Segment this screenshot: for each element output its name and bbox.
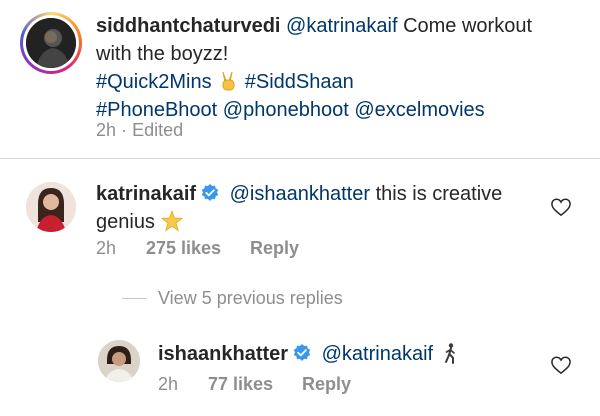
mention-excelmovies[interactable]: @excelmovies: [354, 99, 484, 121]
avatar-photo: [26, 182, 76, 232]
hashtag-quick2mins[interactable]: #Quick2Mins: [96, 71, 212, 93]
comment-katrinakaif: katrinakaif @ishaankhatter this is creat…: [96, 180, 536, 236]
view-previous-replies-button[interactable]: View 5 previous replies: [158, 288, 343, 309]
heart-icon[interactable]: [550, 197, 572, 217]
hashtag-siddshaan[interactable]: #SiddShaan: [245, 71, 354, 93]
comment-text-1: this is creative: [375, 183, 503, 205]
reply-likes[interactable]: 77 likes: [208, 374, 273, 395]
victory-hand-icon: [222, 71, 235, 91]
star-icon: [160, 210, 183, 232]
post-caption: siddhantchaturvedi @katrinakaif Come wor…: [96, 12, 576, 124]
heart-icon[interactable]: [550, 355, 572, 375]
comment-username[interactable]: katrinakaif: [96, 183, 196, 205]
post-text-2: with the boyzz!: [96, 43, 229, 65]
comment-mention-ishaankhatter[interactable]: @ishaankhatter: [230, 183, 370, 205]
verified-badge-icon: [293, 344, 311, 361]
comment-likes[interactable]: 275 likes: [146, 238, 221, 259]
reply-likes-label[interactable]: 77 likes: [208, 374, 273, 394]
reply-reply-label[interactable]: Reply: [302, 374, 351, 394]
reply-username[interactable]: ishaankhatter: [158, 343, 288, 365]
post-time[interactable]: 2h: [96, 120, 116, 140]
reply-time[interactable]: 2h: [158, 374, 178, 394]
hashtag-phonebhoot[interactable]: #PhoneBhoot: [96, 99, 217, 121]
post-divider: [0, 158, 600, 159]
post-mention-katrinakaif[interactable]: @katrinakaif: [286, 15, 397, 37]
post-username[interactable]: siddhantchaturvedi: [96, 15, 280, 37]
reply-ishaankhatter: ishaankhatter @katrinakaif: [158, 340, 548, 368]
reply-reply-button[interactable]: Reply: [302, 374, 351, 395]
post-edited-label: Edited: [132, 120, 184, 140]
post-text-1: Come workout: [403, 15, 533, 37]
reply-meta: 2h: [158, 374, 178, 395]
comment-time[interactable]: 2h: [96, 238, 116, 258]
reply-mention-katrinakaif[interactable]: @katrinakaif: [322, 343, 433, 365]
mention-phonebhoot[interactable]: @phonebhoot: [223, 99, 349, 121]
comment-text-2: genius: [96, 211, 155, 233]
meta-separator: ·: [121, 120, 128, 140]
avatar-photo: [98, 340, 140, 382]
verified-badge-icon: [201, 184, 219, 201]
avatar-ishaankhatter[interactable]: [98, 340, 140, 382]
avatar-siddhantchaturvedi[interactable]: [26, 18, 76, 68]
post-meta: 2h · Edited: [96, 120, 183, 141]
avatar-photo: [26, 18, 76, 68]
comment-likes-label[interactable]: 275 likes: [146, 238, 221, 258]
comment-reply-button[interactable]: Reply: [250, 238, 299, 259]
comment-reply-label[interactable]: Reply: [250, 238, 299, 258]
comment-meta: 2h: [96, 238, 116, 259]
view-replies-line: [122, 298, 146, 299]
avatar-katrinakaif[interactable]: [26, 182, 76, 232]
man-walking-icon: [444, 343, 455, 364]
